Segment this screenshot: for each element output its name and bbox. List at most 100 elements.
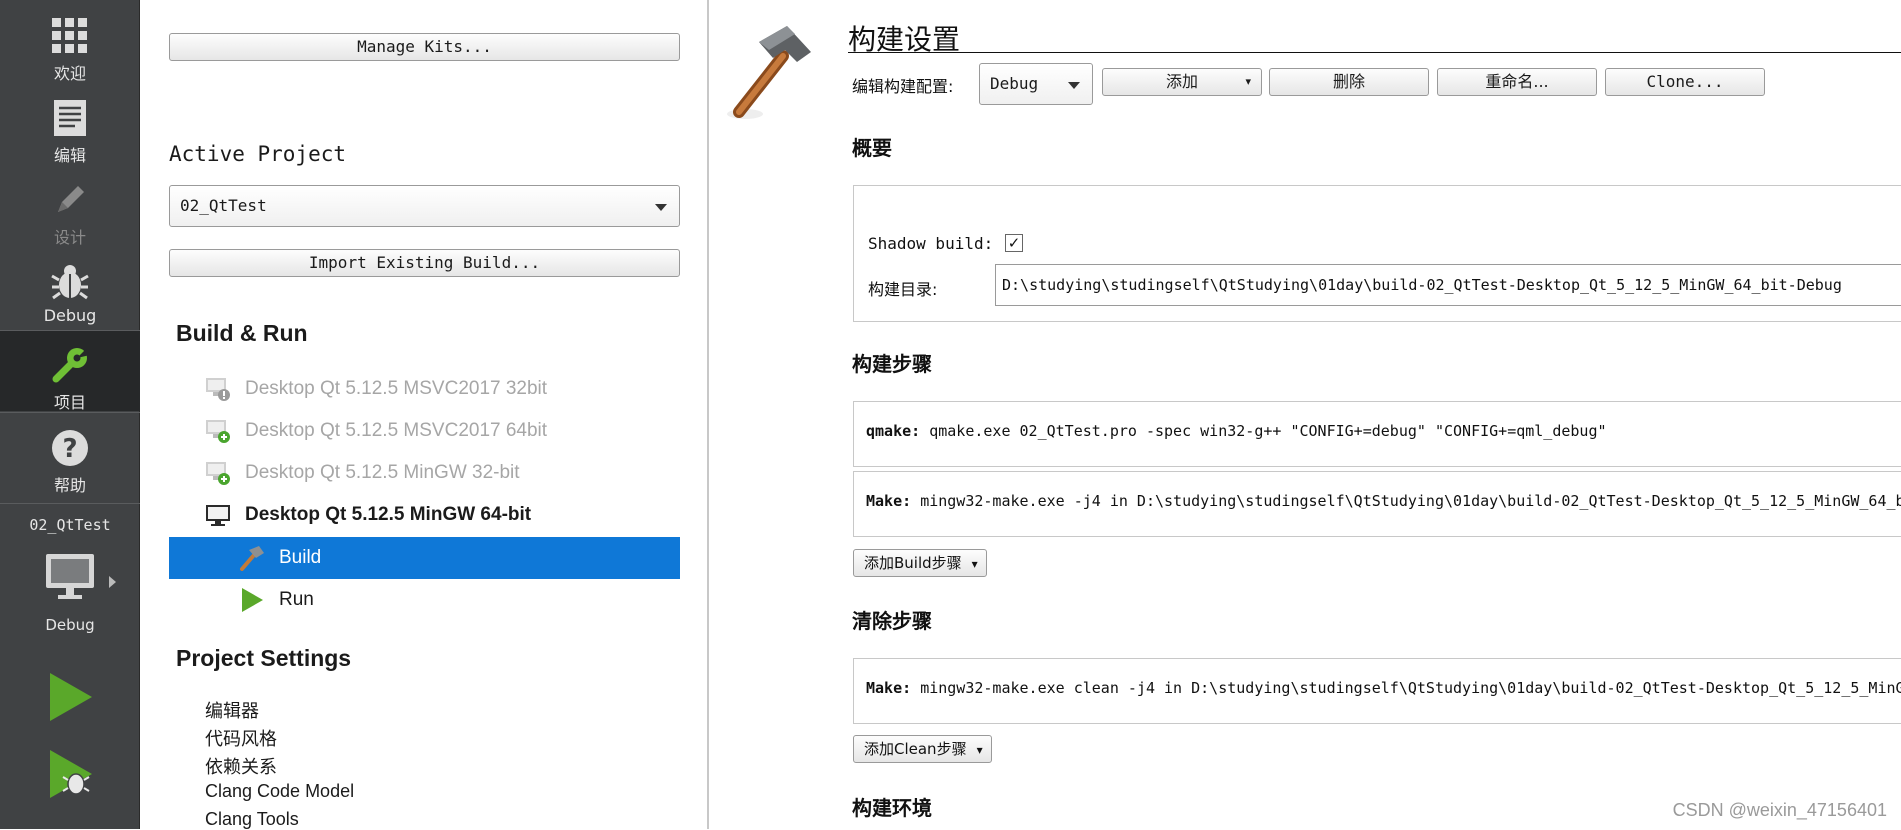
- build-dir-field[interactable]: D:\studying\studingself\QtStudying\01day…: [995, 264, 1901, 306]
- add-clean-step-label: 添加Clean步骤: [864, 740, 967, 758]
- tree-item-label: Run: [279, 589, 314, 610]
- step-text: qmake: qmake.exe 02_QtTest.pro -spec win…: [866, 422, 1607, 440]
- mode-debug[interactable]: Debug: [0, 248, 140, 328]
- dropdown-arrow-icon: ▾: [971, 557, 978, 571]
- clean-step-make[interactable]: Make: mingw32-make.exe clean -j4 in D:\s…: [853, 658, 1901, 724]
- build-settings-panel: 构建设置 编辑构建配置: Debug 添加 ▾ 删除 重命名... Clone.…: [711, 0, 1901, 829]
- mode-label: Debug: [43, 306, 97, 325]
- kit-name: Desktop Qt 5.12.5 MSVC2017 32bit: [245, 378, 548, 399]
- build-steps-title: 构建步骤: [852, 352, 932, 376]
- mode-edit[interactable]: 编辑: [0, 84, 140, 165]
- build-config-combo[interactable]: Debug: [979, 63, 1093, 105]
- edit-config-label: 编辑构建配置:: [852, 77, 954, 96]
- overview-title: 概要: [852, 136, 892, 160]
- monitor-icon: [206, 505, 230, 526]
- step-command: mingw32-make.exe clean -j4 in D:\studyin…: [920, 679, 1901, 697]
- add-build-step-label: 添加Build步骤: [864, 554, 962, 572]
- build-step-make[interactable]: Make: mingw32-make.exe -j4 in D:\studyin…: [853, 471, 1901, 537]
- active-project-label: Active Project: [169, 142, 347, 166]
- add-clean-step-button[interactable]: 添加Clean步骤 ▾: [853, 735, 992, 763]
- build-dir-label: 构建目录:: [868, 280, 938, 299]
- chevron-down-icon: [1068, 82, 1080, 89]
- mode-label: 帮助: [53, 476, 86, 495]
- mode-divider: [0, 412, 140, 413]
- kit-selector-project[interactable]: 02_QtTest: [0, 516, 140, 534]
- mode-label: 欢迎: [53, 64, 86, 83]
- project-tree-panel: Manage Kits... Active Project 02_QtTest …: [141, 0, 709, 829]
- monitor-add-icon: [206, 420, 230, 443]
- tree-item-label: Build: [279, 547, 322, 568]
- mode-design[interactable]: 设计: [0, 166, 140, 247]
- mode-help[interactable]: ? 帮助: [0, 414, 140, 495]
- project-settings-title: Project Settings: [176, 645, 352, 671]
- kit-item-active[interactable]: Desktop Qt 5.12.5 MinGW 64-bit: [205, 495, 685, 535]
- build-step-qmake[interactable]: qmake: qmake.exe 02_QtTest.pro -spec win…: [853, 401, 1901, 467]
- kit-selector-config[interactable]: Debug: [0, 616, 140, 634]
- build-env-title: 构建环境: [852, 796, 932, 820]
- tree-item-run[interactable]: Run: [169, 579, 680, 621]
- manage-kits-button[interactable]: Manage Kits...: [169, 33, 680, 61]
- mode-projects[interactable]: 项目: [0, 331, 140, 412]
- add-config-label: 添加: [1165, 72, 1198, 91]
- pencil-icon: [58, 186, 84, 212]
- import-existing-build-button[interactable]: Import Existing Build...: [169, 249, 680, 277]
- mode-divider: [0, 503, 140, 504]
- project-setting-clang-code-model[interactable]: Clang Code Model: [205, 781, 354, 802]
- add-build-step-button[interactable]: 添加Build步骤 ▾: [853, 549, 987, 577]
- run-icon[interactable]: [44, 671, 96, 723]
- project-setting-clang-tools[interactable]: Clang Tools: [205, 809, 299, 830]
- help-icon: ?: [52, 430, 88, 466]
- delete-config-button[interactable]: 删除: [1269, 68, 1429, 96]
- svg-text:?: ?: [62, 434, 77, 464]
- mode-label: 设计: [53, 228, 86, 247]
- active-project-combo[interactable]: 02_QtTest: [169, 185, 680, 227]
- bug-icon: [51, 265, 89, 300]
- monitor-icon[interactable]: [44, 550, 96, 602]
- build-run-title: Build & Run: [176, 320, 308, 346]
- document-icon: [54, 100, 86, 136]
- build-config-value: Debug: [990, 74, 1039, 93]
- add-config-button[interactable]: 添加 ▾: [1102, 68, 1262, 96]
- step-text: Make: mingw32-make.exe clean -j4 in D:\s…: [866, 679, 1901, 697]
- kit-name: Desktop Qt 5.12.5 MinGW 32-bit: [245, 462, 520, 483]
- clean-steps-title: 清除步骤: [852, 609, 932, 633]
- kit-item[interactable]: Desktop Qt 5.12.5 MSVC2017 32bit: [205, 369, 685, 409]
- project-setting-editor[interactable]: 编辑器: [205, 697, 259, 723]
- shadow-build-checkbox[interactable]: ✓: [1005, 234, 1023, 252]
- wrench-icon: [52, 348, 90, 383]
- step-label: qmake:: [866, 422, 921, 440]
- kit-item[interactable]: Desktop Qt 5.12.5 MinGW 32-bit: [205, 453, 685, 493]
- mode-label: 编辑: [53, 146, 86, 165]
- mode-bar: 欢迎 编辑 设计 Debug 项目 ? 帮助 02_QtTest Debug: [0, 0, 140, 829]
- step-label: Make:: [866, 492, 912, 510]
- active-project-value: 02_QtTest: [180, 196, 267, 215]
- shadow-build-label: Shadow build:: [868, 234, 994, 253]
- monitor-add-icon: [206, 462, 230, 485]
- debug-run-icon[interactable]: [44, 748, 96, 800]
- kit-item[interactable]: Desktop Qt 5.12.5 MSVC2017 64bit: [205, 411, 685, 451]
- kit-name: Desktop Qt 5.12.5 MinGW 64-bit: [245, 504, 532, 525]
- project-setting-code-style[interactable]: 代码风格: [205, 725, 277, 751]
- watermark: CSDN @weixin_47156401: [1672, 800, 1887, 820]
- step-command: mingw32-make.exe -j4 in D:\studying\stud…: [920, 492, 1901, 510]
- hammer-icon: [727, 26, 811, 119]
- project-setting-dependencies[interactable]: 依赖关系: [205, 753, 277, 779]
- dropdown-arrow-icon: ▾: [976, 743, 983, 757]
- kit-selector-arrow-icon[interactable]: [109, 576, 116, 588]
- kit-name: Desktop Qt 5.12.5 MSVC2017 64bit: [245, 420, 548, 441]
- chevron-down-icon: [655, 204, 667, 211]
- title-divider: [848, 52, 1901, 53]
- step-text: Make: mingw32-make.exe -j4 in D:\studyin…: [866, 492, 1901, 510]
- rename-config-button[interactable]: 重命名...: [1437, 68, 1597, 96]
- monitor-warning-icon: [206, 378, 230, 401]
- step-command: qmake.exe 02_QtTest.pro -spec win32-g++ …: [929, 422, 1607, 440]
- grid-icon: [52, 18, 87, 53]
- mode-welcome[interactable]: 欢迎: [0, 2, 140, 83]
- tree-item-build[interactable]: Build: [169, 537, 680, 579]
- clone-config-button[interactable]: Clone...: [1605, 68, 1765, 96]
- dropdown-arrow-icon: ▾: [1245, 75, 1251, 88]
- mode-label: 项目: [53, 393, 86, 412]
- run-icon: [242, 588, 263, 612]
- step-label: Make:: [866, 679, 912, 697]
- overview-box: Shadow build: ✓ 构建目录: D:\studying\studin…: [853, 185, 1901, 322]
